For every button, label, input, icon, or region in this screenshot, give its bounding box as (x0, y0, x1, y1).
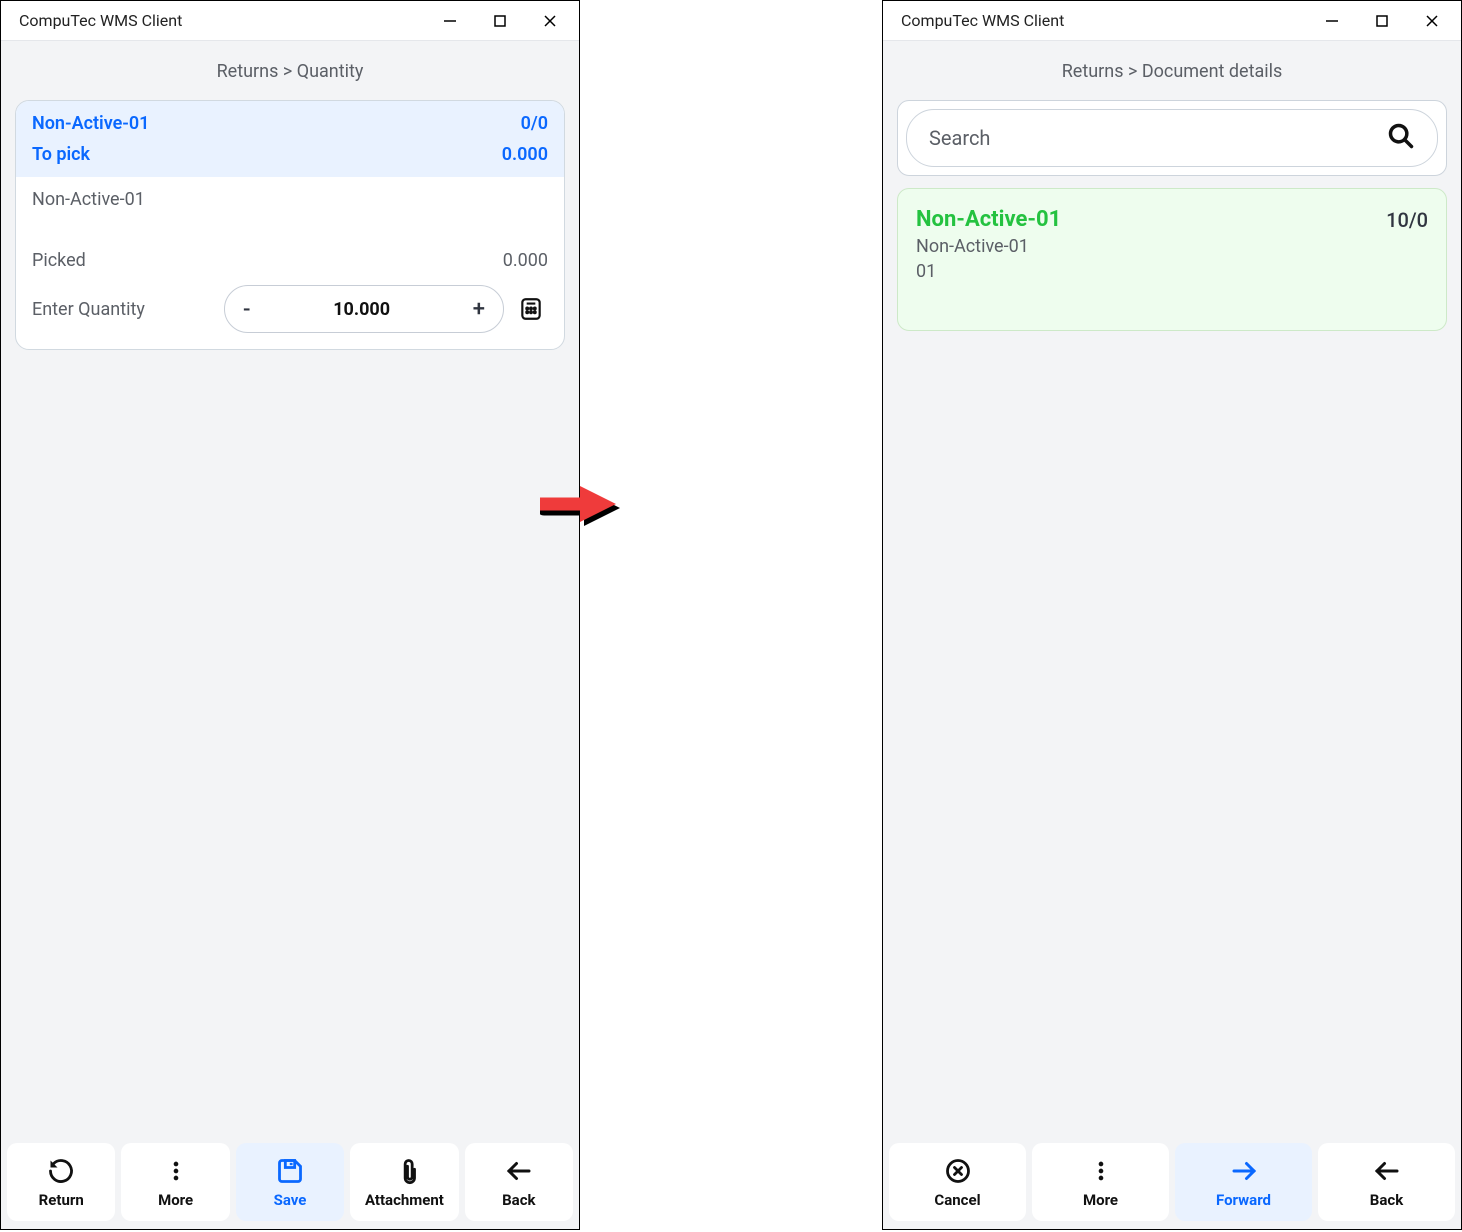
maximize-button[interactable] (1371, 10, 1393, 32)
titlebar: CompuTec WMS Client (883, 1, 1461, 41)
bottom-nav: Return More Save (1, 1137, 579, 1229)
arrow-right-icon (1229, 1157, 1259, 1185)
attachment-button[interactable]: Attachment (350, 1143, 458, 1221)
transition-arrow-icon (540, 480, 624, 540)
item-name: Non-Active-01 (32, 189, 548, 210)
breadcrumb: Returns > Document details (883, 41, 1461, 100)
nav-label: Save (274, 1191, 307, 1209)
window-title: CompuTec WMS Client (901, 11, 1321, 30)
back-button[interactable]: Back (1318, 1143, 1455, 1221)
rotate-icon (47, 1157, 75, 1185)
list-item[interactable]: Non-Active-01 10/0 Non-Active-01 01 (897, 188, 1447, 331)
minimize-button[interactable] (439, 10, 461, 32)
paperclip-icon (390, 1157, 418, 1185)
item-name: Non-Active-01 (916, 236, 1428, 257)
breadcrumb: Returns > Quantity (1, 41, 579, 100)
picked-label: Picked (32, 250, 86, 271)
more-button[interactable]: More (1032, 1143, 1169, 1221)
close-button[interactable] (539, 10, 561, 32)
picked-value: 0.000 (503, 250, 548, 271)
item-code: Non-Active-01 (916, 207, 1061, 232)
bottom-nav: Cancel More Forward (883, 1137, 1461, 1229)
more-button[interactable]: More (121, 1143, 229, 1221)
to-pick-value: 0.000 (502, 144, 548, 165)
item-bin: 01 (916, 261, 1428, 282)
enter-quantity-label: Enter Quantity (32, 299, 145, 320)
close-button[interactable] (1421, 10, 1443, 32)
forward-button[interactable]: Forward (1175, 1143, 1312, 1221)
quantity-card: Non-Active-01 0/0 To pick 0.000 Non-Acti… (15, 100, 565, 350)
nav-label: Attachment (365, 1191, 444, 1209)
titlebar: CompuTec WMS Client (1, 1, 579, 41)
nav-label: Cancel (934, 1191, 980, 1209)
nav-label: Back (502, 1191, 535, 1209)
dots-vertical-icon (1087, 1157, 1115, 1185)
left-window: CompuTec WMS Client Returns > Quantity N… (0, 0, 580, 1230)
dots-vertical-icon (162, 1157, 190, 1185)
nav-label: Back (1370, 1191, 1403, 1209)
save-icon (276, 1157, 304, 1185)
card-header: Non-Active-01 0/0 To pick 0.000 (16, 101, 564, 177)
quantity-value: 10.000 (333, 299, 390, 320)
nav-label: Forward (1216, 1191, 1271, 1209)
window-title: CompuTec WMS Client (19, 11, 439, 30)
maximize-button[interactable] (489, 10, 511, 32)
return-button[interactable]: Return (7, 1143, 115, 1221)
item-code: Non-Active-01 (32, 113, 149, 134)
arrow-left-icon (1372, 1157, 1402, 1185)
search-container: Search (897, 100, 1447, 176)
search-icon (1387, 122, 1415, 154)
nav-label: Return (39, 1191, 84, 1209)
save-button[interactable]: Save (236, 1143, 344, 1221)
right-window: CompuTec WMS Client Returns > Document d… (882, 0, 1462, 1230)
back-button[interactable]: Back (465, 1143, 573, 1221)
arrow-left-icon (504, 1157, 534, 1185)
nav-label: More (1083, 1191, 1118, 1209)
item-ratio: 10/0 (1386, 208, 1428, 232)
item-ratio: 0/0 (521, 113, 548, 134)
calculator-button[interactable] (514, 292, 548, 326)
decrease-button[interactable]: - (243, 297, 250, 322)
to-pick-label: To pick (32, 144, 90, 165)
quantity-stepper[interactable]: - 10.000 + (224, 285, 504, 333)
search-input[interactable]: Search (906, 109, 1438, 167)
nav-label: More (158, 1191, 193, 1209)
cancel-button[interactable]: Cancel (889, 1143, 1026, 1221)
increase-button[interactable]: + (473, 297, 485, 322)
search-placeholder: Search (929, 126, 990, 150)
minimize-button[interactable] (1321, 10, 1343, 32)
cancel-icon (944, 1157, 972, 1185)
